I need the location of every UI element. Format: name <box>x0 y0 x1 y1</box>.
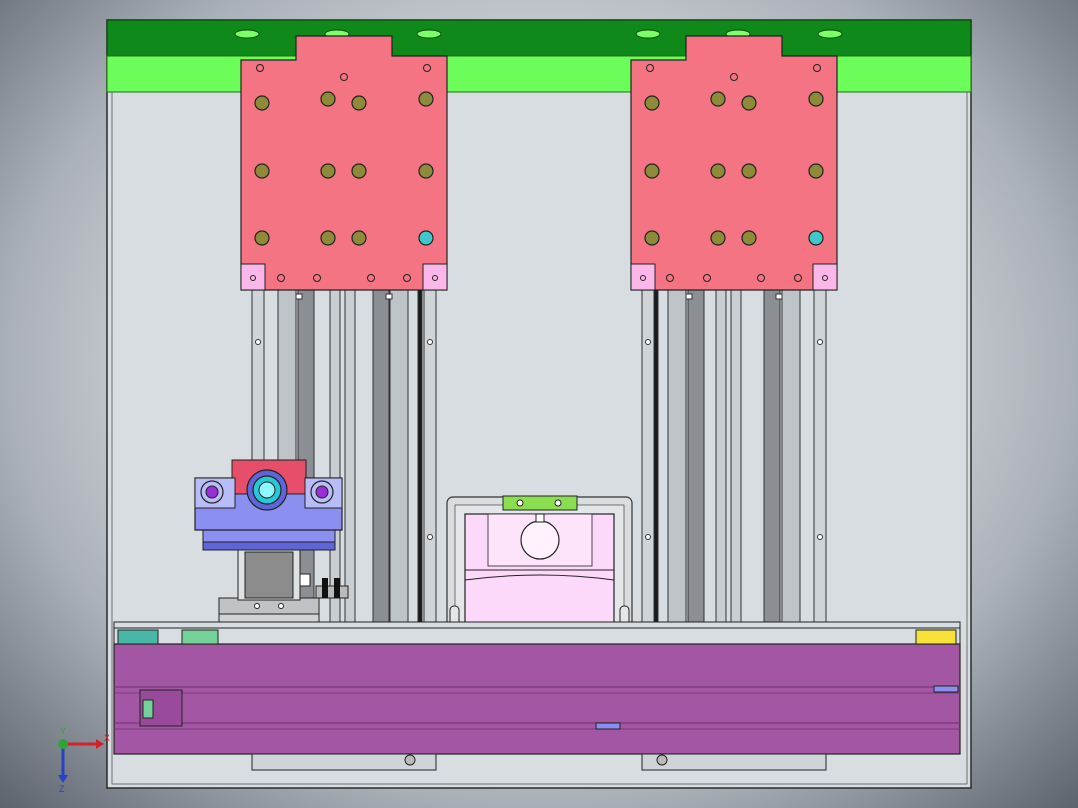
cad-model-svg[interactable]: X Y Z <box>0 0 1078 808</box>
base-beam[interactable] <box>113 621 961 755</box>
triad-x-label: X <box>104 733 110 743</box>
triad-y-label: Y <box>60 726 66 736</box>
triad-z-label: Z <box>59 784 65 794</box>
orientation-triad: X Y Z <box>58 726 110 794</box>
triad-y-axis <box>58 739 68 749</box>
top-bar-dark[interactable] <box>106 19 972 57</box>
cad-viewport[interactable]: X Y Z <box>0 0 1078 808</box>
top-bar-light[interactable] <box>106 55 972 93</box>
